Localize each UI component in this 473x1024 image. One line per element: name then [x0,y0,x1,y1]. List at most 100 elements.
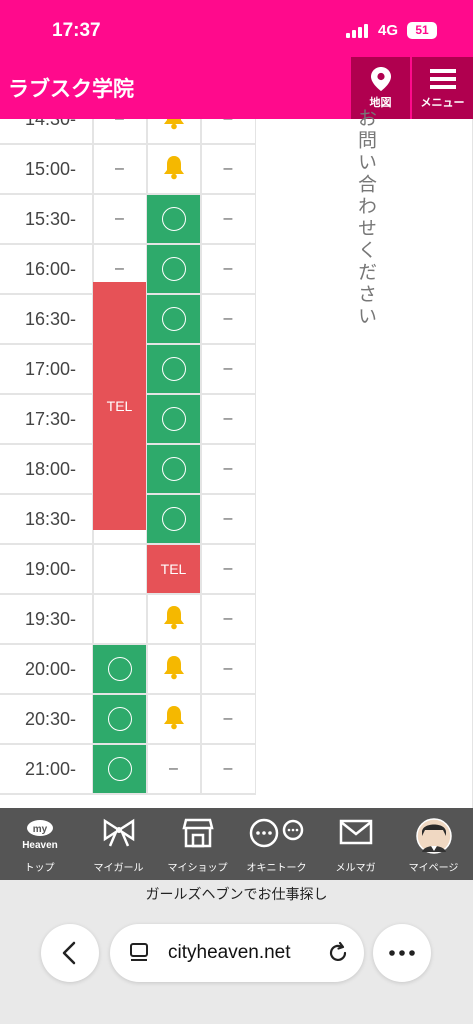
svg-text:my: my [32,824,47,835]
time-slot-label: 17:00- [0,345,94,395]
back-button[interactable] [41,924,99,982]
mail-icon [339,819,372,845]
unavailable-cell: – [93,145,148,195]
time-slot-label: 19:00- [0,545,94,595]
unavailable-cell: – [93,195,148,245]
notify-cell[interactable] [147,119,202,145]
dash: – [115,210,124,227]
dash: – [223,660,233,677]
more-button[interactable] [373,924,431,982]
dash: – [169,760,178,777]
notify-cell[interactable] [147,695,202,745]
dash: – [223,310,233,327]
ribbon-icon [103,818,134,847]
hamburger-icon [430,69,456,89]
tab-my-girl[interactable]: マイガール [79,808,158,880]
chat-icon [249,818,303,848]
dash: – [223,610,233,627]
chevron-left-icon [62,941,76,965]
notify-cell[interactable] [147,645,202,695]
table-row: 20:30- – [0,695,256,745]
available-cell[interactable] [93,745,148,795]
tel-cell[interactable]: TEL [147,545,202,595]
unavailable-cell: – [201,745,256,795]
dash: – [223,560,233,577]
tel-block[interactable]: TEL [93,282,146,530]
dash: – [223,410,233,427]
unavailable-cell: – [201,445,256,495]
dash: – [223,510,233,527]
unavailable-cell: – [147,745,202,795]
time-slot-label: 17:30- [0,395,94,445]
tab-top[interactable]: my Heaven トップ [0,808,79,880]
signal-icon [346,24,372,38]
tab-mail-magazine[interactable]: メルマガ [316,808,395,880]
menu-button[interactable]: メニュー [412,57,473,119]
table-row: 21:00- – – [0,745,256,795]
unavailable-cell: – [201,645,256,695]
job-banner[interactable]: ガールズヘブンでお仕事探し [0,884,473,904]
map-pin-icon [371,67,391,91]
table-row: 15:30- – – [0,195,256,245]
available-cell[interactable] [93,695,148,745]
available-cell[interactable] [147,195,202,245]
status-time: 17:37 [52,20,101,41]
tab-bar: my Heaven トップ マイガール マイショップ オキニトーク メルマガ マ… [0,808,473,880]
dash: – [223,160,233,177]
reload-icon[interactable] [326,941,350,965]
circle-icon [161,307,186,331]
unavailable-cell: – [201,595,256,645]
status-bar: 17:37 4G 51 [0,0,473,57]
dash: – [115,119,124,128]
notify-cell[interactable] [147,145,202,195]
available-cell[interactable] [147,445,202,495]
dash: – [115,160,124,177]
bell-icon [162,119,186,135]
menu-label: メニュー [420,97,465,109]
tab-label: マイページ [408,863,459,874]
unavailable-cell: – [201,195,256,245]
available-cell[interactable] [147,295,202,345]
unavailable-cell: – [201,145,256,195]
notify-cell[interactable] [147,595,202,645]
available-cell[interactable] [147,245,202,295]
available-cell[interactable] [147,345,202,395]
tab-okini-talk[interactable]: オキニトーク [237,808,316,880]
bell-icon [162,654,186,685]
tab-my-page[interactable]: マイページ [394,808,473,880]
time-slot-label: 20:00- [0,645,94,695]
table-row: 20:00- – [0,645,256,695]
circle-icon [161,357,186,381]
bell-icon [162,604,186,635]
dash: – [223,710,233,727]
available-cell[interactable] [147,395,202,445]
circle-icon [107,757,132,781]
shop-icon [181,818,214,848]
table-row: 19:30- – [0,595,256,645]
circle-icon [161,457,186,481]
address-bar[interactable]: cityheaven.net [110,924,364,982]
browser-toolbar: ガールズヘブンでお仕事探し cityheaven.net [0,880,473,1024]
time-slot-label: 20:30- [0,695,94,745]
dash: – [115,260,124,277]
contact-note: お問い合わせください [355,108,376,328]
available-cell[interactable] [93,645,148,695]
site-header: ラブスク学院 地図 メニュー [0,57,473,119]
dash: – [223,260,233,277]
unavailable-cell: – [201,695,256,745]
site-title[interactable]: ラブスク学院 [8,73,134,103]
time-slot-label: 18:00- [0,445,94,495]
available-cell[interactable] [147,495,202,545]
circle-icon [161,507,186,531]
page-settings-icon [130,943,148,961]
time-slot-label: 21:00- [0,745,94,795]
unavailable-cell: – [201,345,256,395]
ellipsis-icon [389,950,415,956]
tab-my-shop[interactable]: マイショップ [158,808,237,880]
time-slot-label: 15:00- [0,145,94,195]
time-slot-label: 15:30- [0,195,94,245]
circle-icon [107,657,132,681]
dash: – [223,460,233,477]
circle-icon [161,207,186,231]
unavailable-cell: – [201,495,256,545]
